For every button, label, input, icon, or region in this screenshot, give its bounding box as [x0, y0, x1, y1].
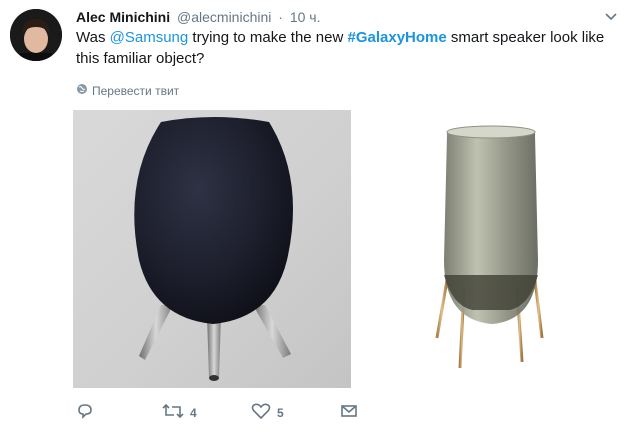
tweet-header: Alec Minichini @alecminichini · 10 ч.: [76, 7, 618, 27]
like-button[interactable]: 5: [251, 402, 284, 423]
reply-button[interactable]: [76, 402, 100, 423]
separator-dot: ·: [278, 9, 283, 25]
hashtag-link[interactable]: #GalaxyHome: [347, 29, 446, 46]
author-avatar[interactable]: [10, 9, 62, 61]
tweet-text-middle: trying to make the new: [188, 29, 348, 46]
tweet-text-prefix: Was: [76, 29, 110, 46]
author-handle[interactable]: @alecminichini: [177, 9, 271, 25]
tweet-text: Was @Samsung trying to make the new #Gal…: [76, 27, 616, 69]
media-image-vase[interactable]: [352, 110, 630, 388]
translate-tweet-link[interactable]: Перевести твит: [76, 83, 179, 99]
direct-message-button[interactable]: [340, 402, 358, 423]
envelope-icon: [340, 402, 358, 423]
retweet-count: 4: [190, 405, 197, 420]
reply-icon: [76, 402, 94, 423]
mention-link[interactable]: @Samsung: [110, 29, 189, 46]
globe-icon: [76, 83, 88, 99]
heart-icon: [251, 402, 271, 423]
author-name[interactable]: Alec Minichini: [76, 9, 170, 25]
translate-label: Перевести твит: [92, 84, 180, 98]
tweet-timestamp[interactable]: 10 ч.: [290, 9, 321, 25]
retweet-button[interactable]: 4: [162, 402, 197, 423]
media-image-speaker[interactable]: [73, 110, 351, 388]
chevron-down-icon[interactable]: [604, 9, 618, 23]
retweet-icon: [162, 402, 184, 423]
like-count: 5: [277, 405, 284, 420]
